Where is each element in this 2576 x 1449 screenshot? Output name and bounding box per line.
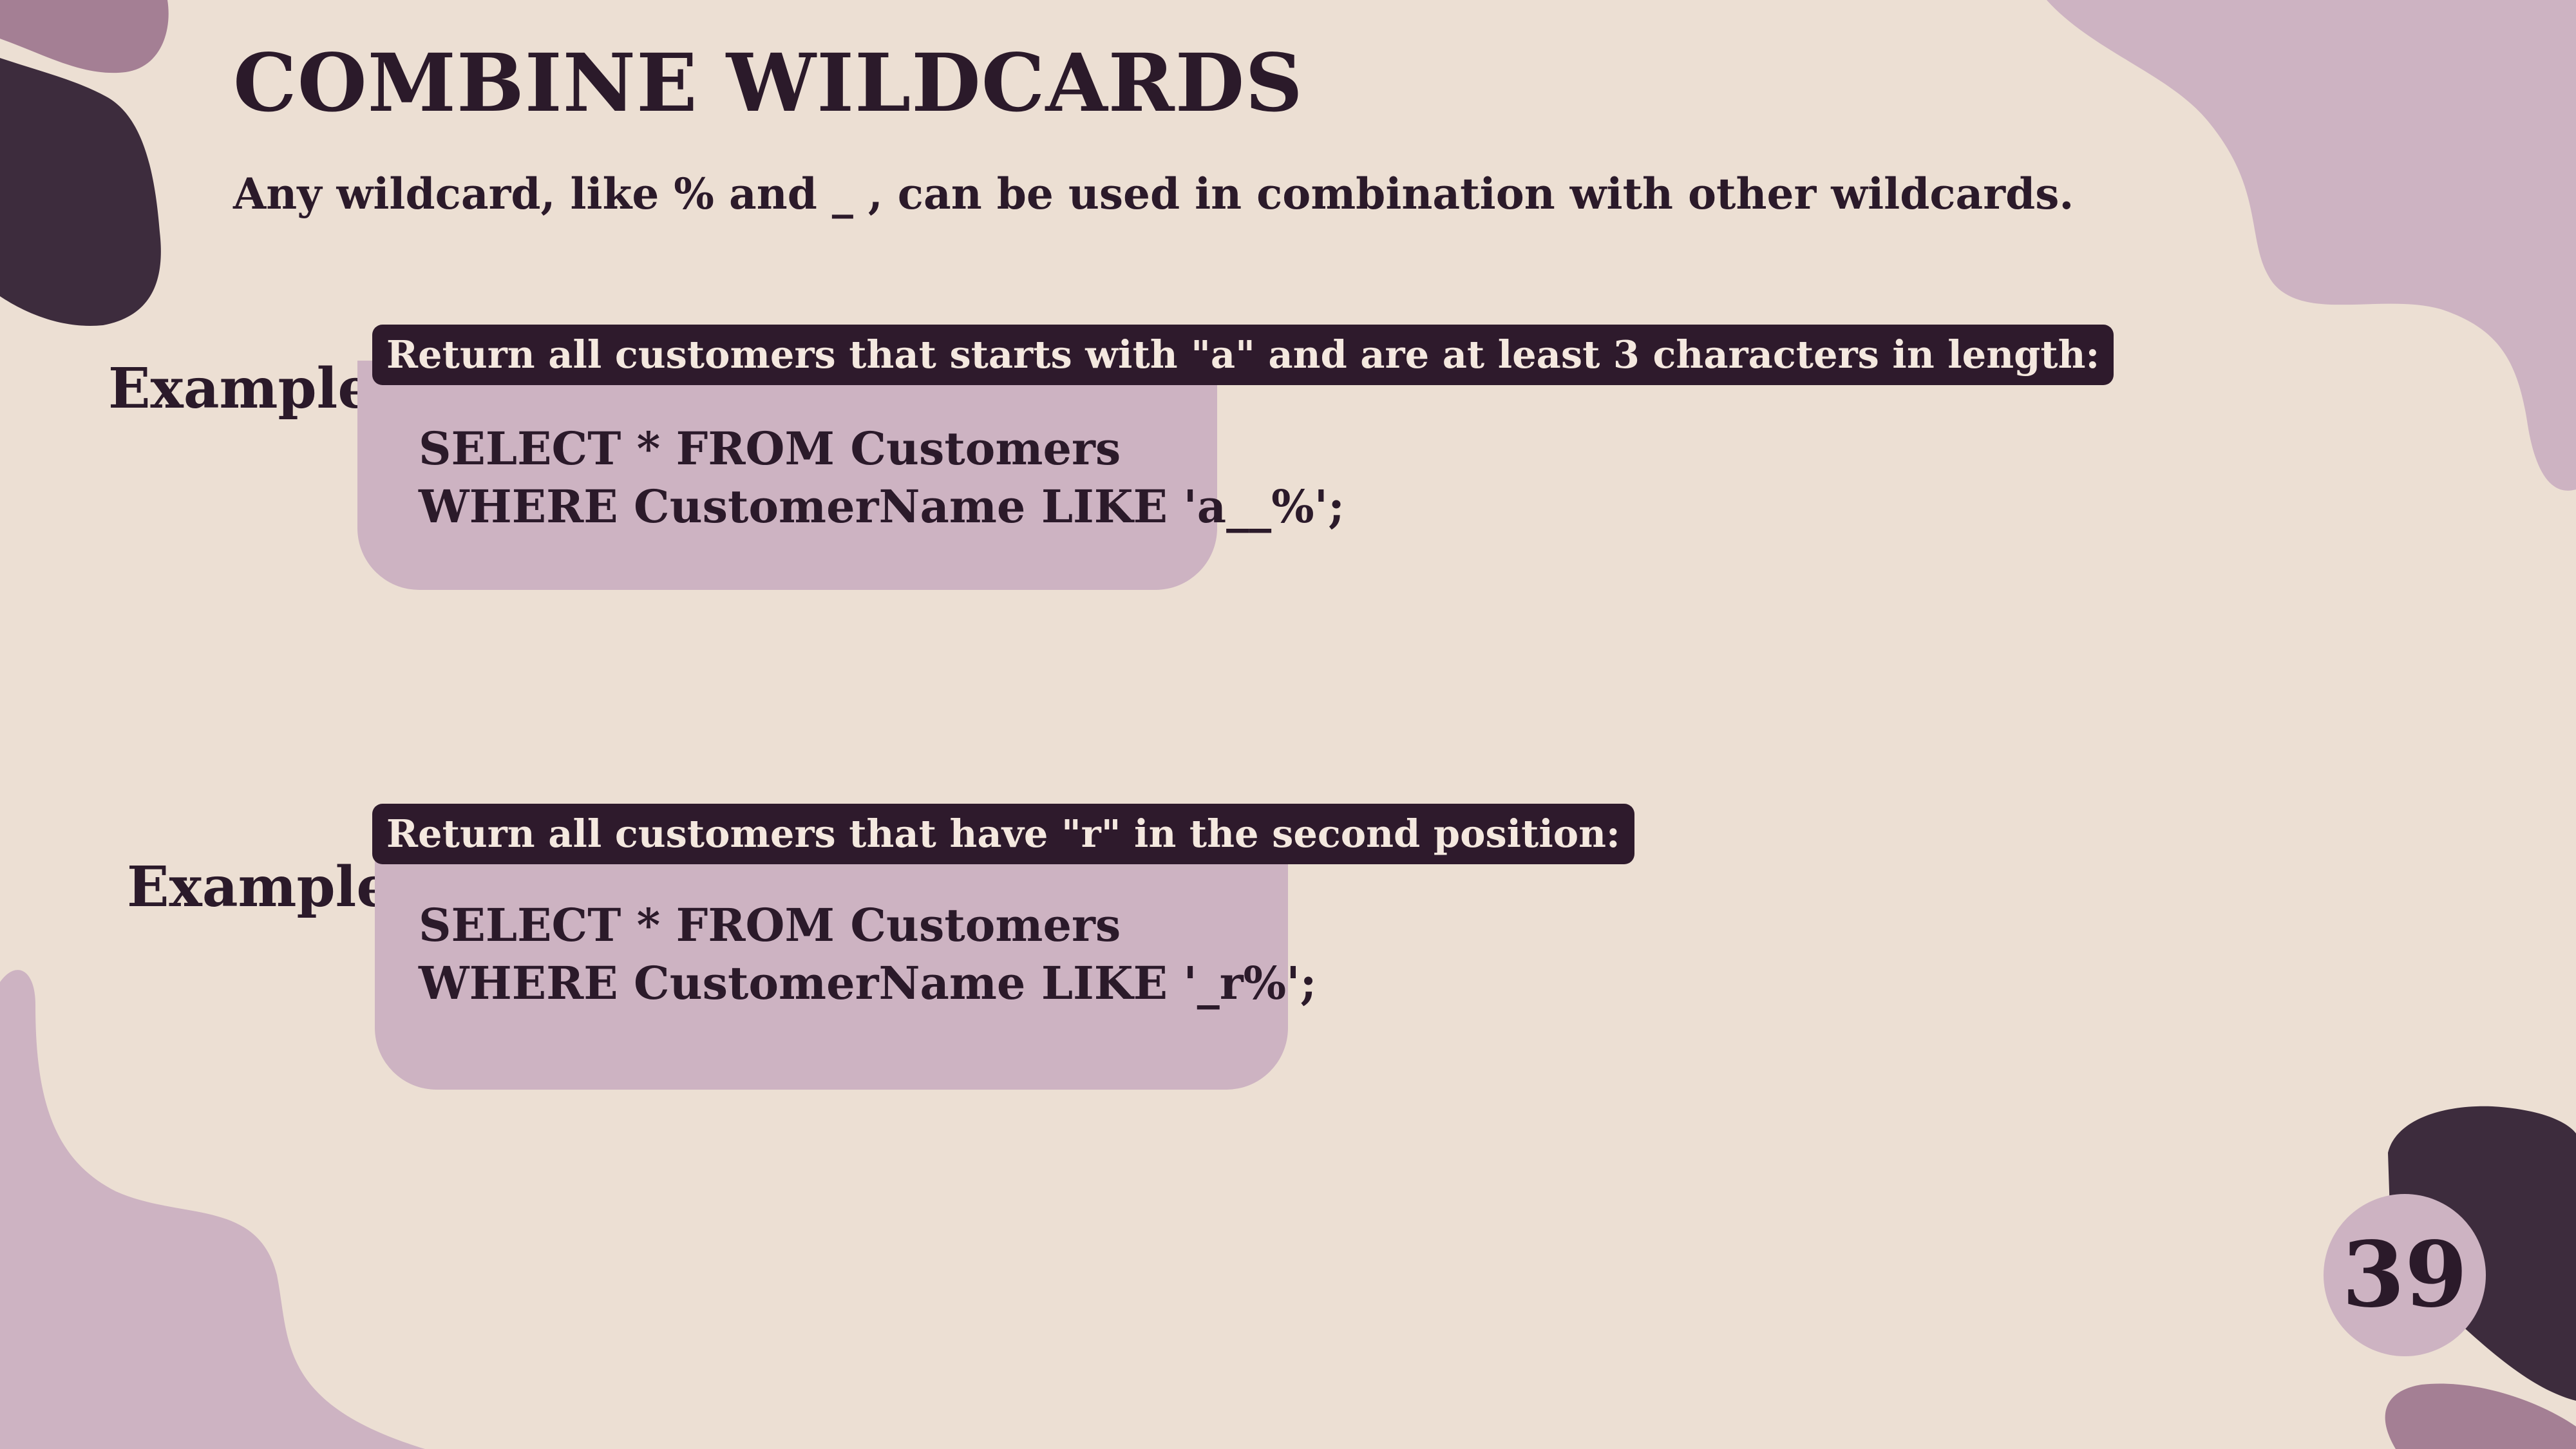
blob-bottom-left-mauve xyxy=(0,970,425,1449)
code-line: SELECT * FROM Customers xyxy=(419,898,1121,952)
code-line: SELECT * FROM Customers xyxy=(419,422,1121,475)
code-box-2: SELECT * FROM Customers WHERE CustomerNa… xyxy=(375,837,1317,1090)
blob-top-left-mauve xyxy=(0,0,169,73)
blob-bottom-right-mauve xyxy=(2385,1383,2576,1449)
example-label-2: Example: xyxy=(127,855,412,920)
blob-top-right-mauve xyxy=(2047,0,2576,491)
page-number-badge: 39 xyxy=(2324,1194,2486,1356)
example-banner-2: Return all customers that have "r" in th… xyxy=(372,804,1634,864)
slide-title: COMBINE WILDCARDS xyxy=(233,37,1303,130)
code-line: WHERE CustomerName LIKE 'a__%'; xyxy=(419,480,1345,533)
slide-subtitle: Any wildcard, like % and _ , can be used… xyxy=(233,169,2074,219)
example-label-1: Example: xyxy=(108,356,393,421)
example-banner-1: Return all customers that starts with "a… xyxy=(372,325,2114,385)
code-line: WHERE CustomerName LIKE '_r%'; xyxy=(419,956,1317,1010)
page-number: 39 xyxy=(2342,1222,2468,1328)
code-box-1: SELECT * FROM Customers WHERE CustomerNa… xyxy=(357,361,1345,590)
blob-top-left-dark xyxy=(0,58,161,326)
